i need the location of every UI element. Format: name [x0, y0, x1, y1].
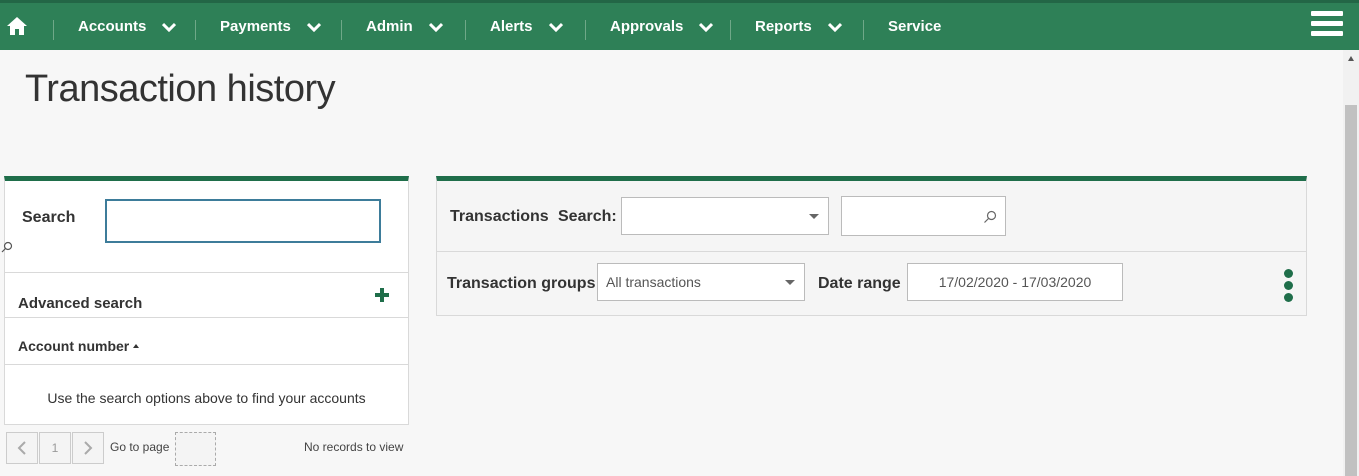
plus-icon[interactable]: [374, 287, 390, 303]
divider: [437, 251, 1306, 252]
search-icon[interactable]: [1, 241, 13, 253]
page-title: Transaction history: [25, 68, 336, 110]
vertical-scrollbar[interactable]: [1343, 50, 1359, 476]
chevron-down-icon: [548, 22, 563, 32]
go-to-page-label: Go to page: [110, 440, 170, 454]
nav-admin-label: Admin: [366, 18, 413, 35]
search-icon[interactable]: [983, 210, 997, 224]
previous-page-button[interactable]: [6, 432, 38, 464]
divider: [5, 364, 408, 365]
transaction-groups-label: Transaction groups: [447, 275, 596, 292]
sort-ascending-icon: [133, 344, 140, 348]
caret-down-icon: [785, 280, 795, 285]
account-number-column-header[interactable]: Account number: [18, 338, 140, 354]
page-number: 1: [39, 432, 71, 464]
more-options-icon[interactable]: [1284, 269, 1296, 305]
nav-separator: [863, 20, 864, 40]
nav-accounts-label: Accounts: [78, 18, 147, 35]
date-range-value: 17/02/2020 - 17/03/2020: [938, 274, 1092, 290]
transactions-panel: Transactions Search: Transaction groups …: [436, 176, 1307, 316]
nav-separator: [53, 20, 54, 40]
nav-separator: [730, 20, 731, 40]
date-range-label: Date range: [818, 275, 901, 292]
chevron-down-icon: [162, 22, 177, 32]
account-search-input[interactable]: [105, 199, 381, 243]
nav-payments-label: Payments: [220, 18, 291, 35]
divider: [5, 272, 408, 273]
transactions-search-label: Search:: [558, 208, 617, 225]
chevron-down-icon: [428, 22, 443, 32]
divider: [5, 317, 408, 318]
caret-down-icon: [809, 214, 819, 219]
nav-approvals-label: Approvals: [610, 18, 684, 35]
nav-approvals[interactable]: Approvals: [610, 3, 714, 50]
chevron-right-icon: [84, 441, 93, 455]
transactions-search-field-select[interactable]: [621, 197, 829, 235]
home-icon[interactable]: [5, 15, 29, 39]
records-count-text: No records to view: [304, 440, 404, 454]
chevron-down-icon: [827, 22, 842, 32]
nav-service[interactable]: Service: [888, 3, 941, 50]
nav-service-label: Service: [888, 18, 942, 35]
scroll-up-icon[interactable]: [1348, 56, 1354, 61]
scrollbar-thumb[interactable]: [1345, 105, 1357, 476]
hamburger-menu-icon[interactable]: [1311, 11, 1343, 39]
transactions-search-input[interactable]: [841, 196, 1006, 236]
transaction-groups-select[interactable]: All transactions: [597, 263, 805, 301]
account-number-label: Account number: [18, 338, 130, 354]
nav-alerts[interactable]: Alerts: [490, 3, 563, 50]
empty-results-message: Use the search options above to find you…: [47, 390, 366, 406]
nav-reports-label: Reports: [755, 18, 812, 35]
top-navigation: Accounts Payments Admin Alerts Approvals…: [0, 0, 1359, 50]
date-range-input[interactable]: 17/02/2020 - 17/03/2020: [907, 263, 1123, 301]
nav-separator: [341, 20, 342, 40]
nav-separator: [585, 20, 586, 40]
chevron-left-icon: [17, 441, 26, 455]
nav-admin[interactable]: Admin: [366, 3, 443, 50]
transactions-title: Transactions: [450, 208, 549, 225]
go-to-page-input[interactable]: [175, 432, 216, 466]
transaction-groups-value: All transactions: [606, 274, 701, 290]
advanced-search-label[interactable]: Advanced search: [18, 295, 142, 312]
chevron-down-icon: [306, 22, 321, 32]
chevron-down-icon: [699, 22, 714, 32]
nav-accounts[interactable]: Accounts: [78, 3, 177, 50]
nav-reports[interactable]: Reports: [755, 3, 842, 50]
nav-alerts-label: Alerts: [490, 18, 533, 35]
nav-separator: [465, 20, 466, 40]
nav-payments[interactable]: Payments: [220, 3, 321, 50]
account-search-panel: Search Advanced search Account number Us…: [1, 176, 409, 425]
nav-separator: [195, 20, 196, 40]
search-label: Search: [22, 209, 76, 226]
next-page-button[interactable]: [72, 432, 104, 464]
